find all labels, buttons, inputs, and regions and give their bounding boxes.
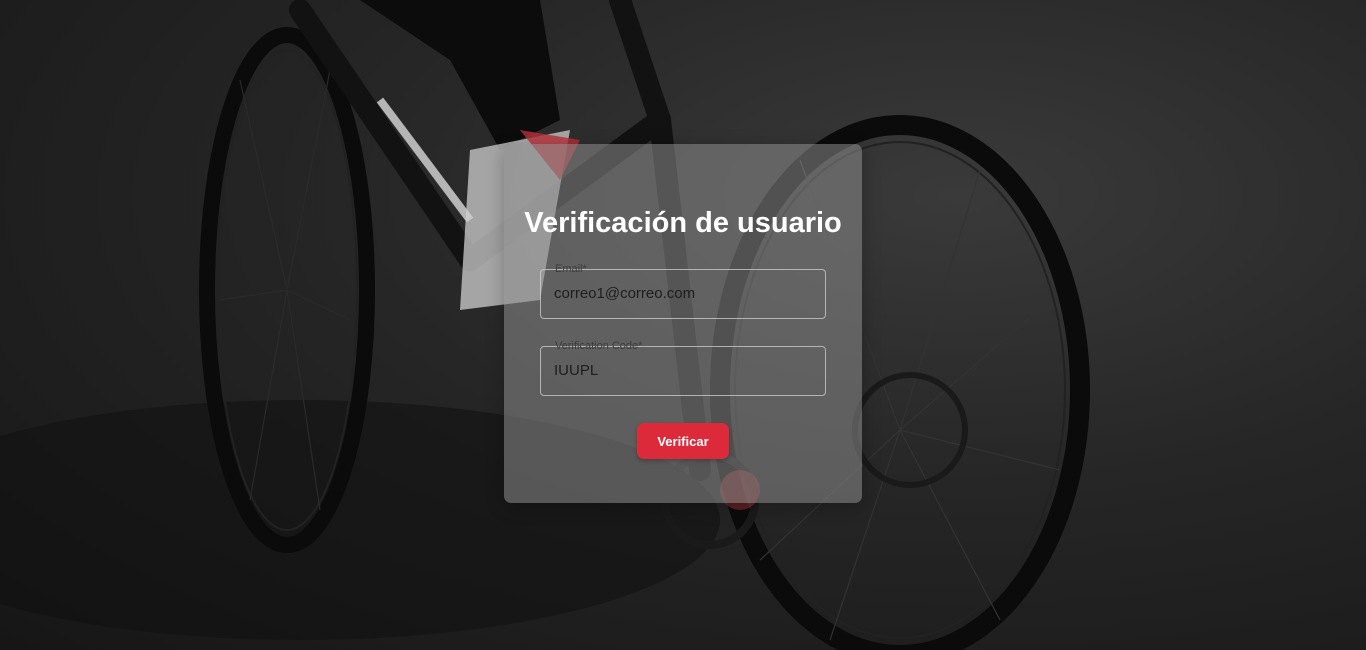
email-label: Email* (555, 263, 587, 275)
verification-code-field[interactable]: Verification Code* (540, 340, 826, 396)
page-title: Verificación de usuario (524, 207, 842, 239)
verify-button[interactable]: Verificar (637, 423, 729, 459)
email-field[interactable]: Email* (540, 263, 826, 319)
email-input[interactable] (554, 284, 814, 304)
verification-code-label: Verification Code* (555, 340, 643, 352)
verification-code-input[interactable] (554, 361, 814, 381)
